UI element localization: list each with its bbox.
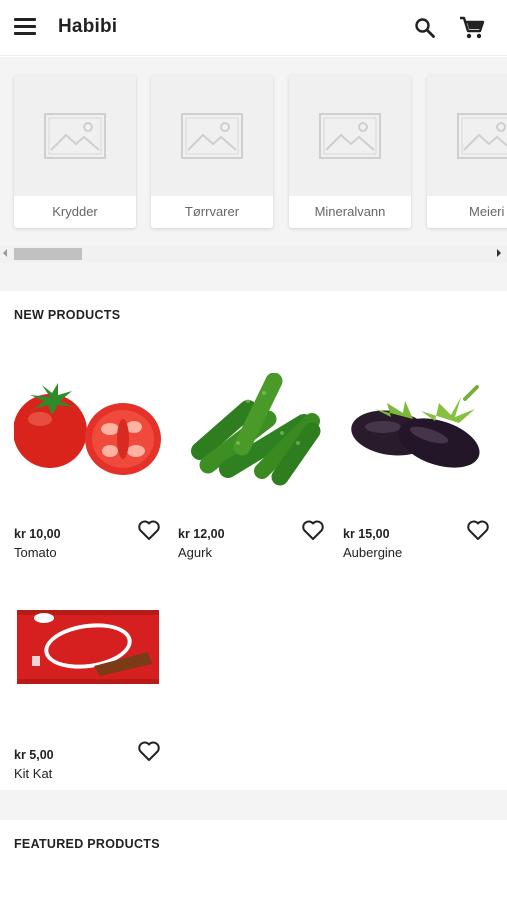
image-placeholder-icon [14,75,136,195]
heart-icon[interactable] [301,519,325,541]
product-image [13,373,166,513]
product-card-kit-kat[interactable]: kr 5,00 Kit Kat [14,594,166,794]
category-label: Tørrvarer [151,196,273,228]
image-placeholder-icon [289,75,411,195]
cart-icon[interactable] [459,16,485,40]
category-card-torrvarer[interactable]: Tørrvarer [151,75,273,228]
category-label: Meieri [427,196,507,228]
menu-icon[interactable] [14,18,36,38]
product-image [343,373,495,513]
category-card-krydder[interactable]: Krydder [14,75,136,228]
category-label: Mineralvann [289,196,411,228]
section-divider [0,263,507,291]
product-name: Aubergine [343,545,403,560]
app-bar: Habibi [0,0,507,56]
product-price: kr 10,00 [14,527,61,541]
product-image [14,594,166,734]
new-products-heading: NEW PRODUCTS [14,308,121,322]
section-divider [0,790,507,820]
product-card-agurk[interactable]: kr 12,00 Agurk [178,372,330,573]
scroll-right-arrow-icon[interactable] [497,249,501,257]
scroll-left-arrow-icon[interactable] [3,249,7,257]
product-name: Tomato [14,545,57,560]
image-placeholder-icon [151,75,273,195]
product-card-aubergine[interactable]: kr 15,00 Aubergine [343,373,495,573]
product-card-tomato[interactable]: kr 10,00 Tomato [13,373,166,573]
category-card-mineralvann[interactable]: Mineralvann [289,75,411,228]
product-image [178,372,330,513]
product-price: kr 12,00 [178,527,225,541]
product-name: Kit Kat [14,766,53,781]
search-icon[interactable] [413,16,437,40]
category-card-meieri[interactable]: Meieri [427,75,507,228]
heart-icon[interactable] [137,740,161,762]
product-price: kr 5,00 [14,748,54,762]
product-name: Agurk [178,545,212,560]
scrollbar-thumb[interactable] [14,248,82,260]
horizontal-scrollbar[interactable] [0,245,507,263]
image-placeholder-icon [427,75,507,195]
heart-icon[interactable] [137,519,161,541]
heart-icon[interactable] [466,519,490,541]
featured-products-heading: FEATURED PRODUCTS [14,837,160,851]
category-label: Krydder [14,196,136,228]
category-carousel[interactable]: Krydder Tørrvarer Mineralvann Meieri [0,57,507,262]
product-price: kr 15,00 [343,527,390,541]
app-title: Habibi [58,16,118,37]
